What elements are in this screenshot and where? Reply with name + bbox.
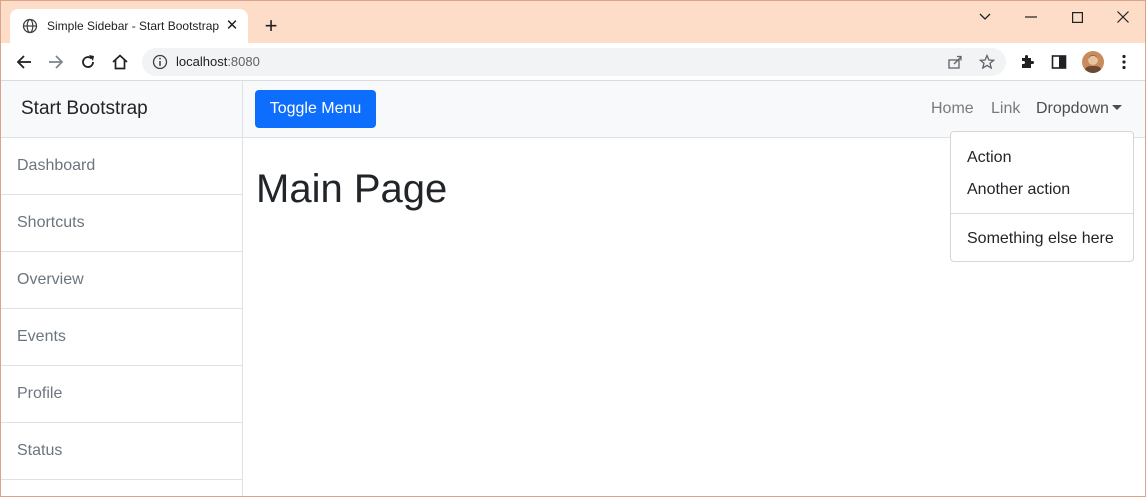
sidebar-heading: Start Bootstrap — [1, 81, 242, 138]
title-bar: Simple Sidebar - Start Bootstrap ✕ + — [1, 1, 1145, 43]
info-icon[interactable] — [152, 54, 168, 70]
nav-dropdown-label: Dropdown — [1036, 100, 1109, 117]
close-tab-icon[interactable]: ✕ — [224, 18, 240, 34]
caret-down-icon — [1111, 105, 1122, 110]
sidebar: Start Bootstrap Dashboard Shortcuts Over… — [1, 81, 243, 496]
dropdown-item-action[interactable]: Action — [967, 149, 1011, 167]
tab-title: Simple Sidebar - Start Bootstrap — [47, 19, 220, 33]
star-icon[interactable] — [979, 54, 995, 70]
browser-tab[interactable]: Simple Sidebar - Start Bootstrap ✕ — [10, 9, 248, 43]
nav-link-home[interactable]: Home — [931, 100, 974, 118]
profile-avatar[interactable] — [1082, 51, 1104, 73]
menu-dots-icon[interactable] — [1115, 53, 1133, 71]
dropdown-menu: Action Another action Something else her… — [950, 131, 1134, 262]
address-bar[interactable]: localhost:8080 — [142, 48, 1006, 76]
sidebar-item-events[interactable]: Events — [1, 309, 242, 366]
dropdown-divider — [951, 213, 1133, 214]
page-title: Main Page — [256, 167, 448, 211]
sidebar-item-status[interactable]: Status — [1, 423, 242, 480]
top-navbar: Toggle Menu Home Link Dropdown — [243, 81, 1145, 138]
home-icon[interactable] — [109, 51, 131, 73]
dropdown-item-another-action[interactable]: Another action — [967, 181, 1070, 199]
new-tab-button[interactable]: + — [260, 15, 282, 37]
sidebar-item-dashboard[interactable]: Dashboard — [1, 138, 242, 195]
forward-arrow-icon[interactable] — [45, 51, 67, 73]
close-window-icon[interactable] — [1108, 7, 1138, 27]
url-host: localhost — [176, 54, 228, 69]
maximize-icon[interactable] — [1062, 7, 1092, 27]
extensions-icon[interactable] — [1018, 53, 1036, 71]
share-icon[interactable] — [947, 54, 963, 70]
browser-toolbar: localhost:8080 — [1, 43, 1145, 81]
page-content: Start Bootstrap Dashboard Shortcuts Over… — [1, 81, 1145, 496]
minimize-icon[interactable] — [1016, 7, 1046, 27]
sidebar-item-profile[interactable]: Profile — [1, 366, 242, 423]
side-panel-icon[interactable] — [1050, 53, 1068, 71]
tab-search-icon[interactable] — [970, 7, 1000, 27]
url-port: :8080 — [227, 54, 260, 69]
toggle-menu-button[interactable]: Toggle Menu — [255, 90, 376, 128]
nav-link-link[interactable]: Link — [991, 100, 1020, 118]
browser-window: Simple Sidebar - Start Bootstrap ✕ + loc… — [0, 0, 1146, 497]
reload-icon[interactable] — [77, 51, 99, 73]
nav-dropdown-toggle[interactable]: Dropdown — [1036, 100, 1122, 118]
globe-icon — [22, 18, 38, 34]
sidebar-item-overview[interactable]: Overview — [1, 252, 242, 309]
dropdown-item-something-else[interactable]: Something else here — [967, 230, 1114, 248]
url-text: localhost:8080 — [176, 54, 260, 69]
back-arrow-icon[interactable] — [13, 51, 35, 73]
sidebar-item-shortcuts[interactable]: Shortcuts — [1, 195, 242, 252]
